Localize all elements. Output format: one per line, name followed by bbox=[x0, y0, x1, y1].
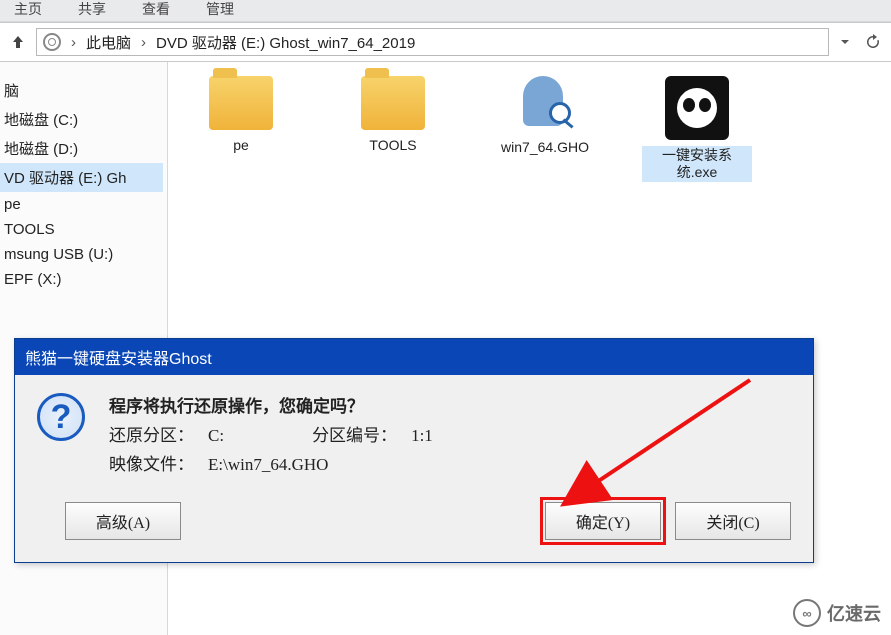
tree-item[interactable]: pe bbox=[0, 192, 163, 217]
address-bar-row: › 此电脑 › DVD 驱动器 (E:) Ghost_win7_64_2019 bbox=[0, 22, 891, 62]
up-button[interactable] bbox=[6, 30, 30, 54]
breadcrumb-drive[interactable]: DVD 驱动器 (E:) Ghost_win7_64_2019 bbox=[156, 32, 415, 53]
tree-item[interactable]: 地磁盘 (D:) bbox=[0, 134, 163, 163]
refresh-button[interactable] bbox=[861, 34, 885, 50]
tree-item-selected[interactable]: VD 驱动器 (E:) Gh bbox=[0, 163, 163, 192]
tab-manage[interactable]: 管理 bbox=[200, 0, 240, 21]
file-item-folder[interactable]: pe bbox=[186, 76, 296, 155]
dialog-title: 熊猫一键硬盘安装器Ghost bbox=[15, 339, 813, 375]
tree-item[interactable]: TOOLS bbox=[0, 217, 163, 242]
tree-item[interactable]: msung USB (U:) bbox=[0, 242, 163, 267]
folder-icon bbox=[209, 76, 273, 130]
tab-share[interactable]: 共享 bbox=[72, 0, 112, 21]
ribbon-tabs: 主页 共享 查看 管理 bbox=[0, 0, 891, 22]
restore-partition-label: 还原分区： bbox=[109, 422, 194, 451]
tree-item[interactable]: 地磁盘 (C:) bbox=[0, 105, 163, 134]
breadcrumb-this-pc[interactable]: 此电脑 bbox=[86, 32, 131, 53]
close-button[interactable]: 关闭(C) bbox=[675, 502, 791, 540]
tree-item[interactable]: 脑 bbox=[0, 76, 163, 105]
tree-item[interactable]: EPF (X:) bbox=[0, 267, 163, 292]
file-item-gho[interactable]: win7_64.GHO bbox=[490, 76, 600, 157]
partition-number-value: 1:1 bbox=[411, 422, 433, 451]
question-icon: ? bbox=[37, 393, 85, 441]
breadcrumb-bar[interactable]: › 此电脑 › DVD 驱动器 (E:) Ghost_win7_64_2019 bbox=[36, 28, 829, 56]
folder-icon bbox=[361, 76, 425, 130]
chevron-right-icon: › bbox=[141, 34, 146, 51]
drive-icon bbox=[43, 33, 61, 51]
dialog-prompt: 程序将执行还原操作，您确定吗？ bbox=[109, 393, 433, 422]
partition-number-label: 分区编号： bbox=[312, 422, 397, 451]
tab-home[interactable]: 主页 bbox=[8, 0, 48, 21]
image-file-value: E:\win7_64.GHO bbox=[208, 451, 328, 480]
restore-partition-value: C: bbox=[208, 422, 224, 451]
watermark: ∞ 亿速云 bbox=[793, 599, 881, 627]
watermark-logo-icon: ∞ bbox=[793, 599, 821, 627]
advanced-button[interactable]: 高级(A) bbox=[65, 502, 181, 540]
dialog-text: 程序将执行还原操作，您确定吗？ 还原分区： C: 分区编号： 1:1 映像文件：… bbox=[109, 393, 433, 480]
tab-view[interactable]: 查看 bbox=[136, 0, 176, 21]
ok-button[interactable]: 确定(Y) bbox=[545, 502, 661, 540]
file-item-folder[interactable]: TOOLS bbox=[338, 76, 448, 155]
image-file-label: 映像文件： bbox=[109, 451, 194, 480]
ghost-icon bbox=[517, 76, 573, 132]
file-item-exe[interactable]: 一键安装系统.exe bbox=[642, 76, 752, 182]
address-dropdown[interactable] bbox=[835, 36, 855, 48]
file-item-label: TOOLS bbox=[365, 136, 420, 155]
file-item-label: pe bbox=[229, 136, 253, 155]
panda-icon bbox=[665, 76, 729, 140]
file-item-label: 一键安装系统.exe bbox=[642, 146, 752, 182]
file-item-label: win7_64.GHO bbox=[497, 138, 593, 157]
confirm-dialog: 熊猫一键硬盘安装器Ghost ? 程序将执行还原操作，您确定吗？ 还原分区： C… bbox=[14, 338, 814, 563]
chevron-right-icon: › bbox=[71, 34, 76, 51]
watermark-text: 亿速云 bbox=[827, 600, 881, 626]
